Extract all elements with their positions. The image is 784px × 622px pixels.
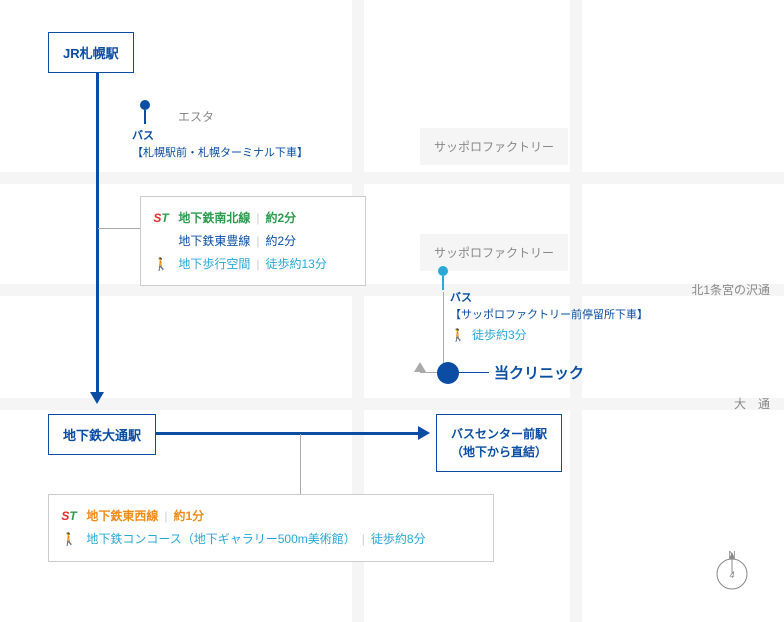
svg-text:4: 4 bbox=[729, 570, 734, 580]
bus-factory-stop: 【サッポロファクトリー前停留所下車】 bbox=[450, 309, 648, 321]
landmark-esta: エスタ bbox=[178, 108, 214, 125]
road-kita1jo bbox=[0, 284, 784, 296]
transit-line-tozai: ST 地下鉄東西線|約1分 bbox=[61, 505, 481, 528]
transit-walk-concourse: 🚶 地下鉄コンコース（地下ギャラリー500m美術館）|徒歩約8分 bbox=[61, 528, 481, 551]
bus-pin-stem bbox=[144, 110, 146, 124]
clinic-marker bbox=[437, 362, 459, 384]
line-name: 地下鉄東豊線 bbox=[178, 234, 250, 248]
bus-label: バス bbox=[132, 130, 154, 142]
line-time: 約2分 bbox=[265, 211, 296, 225]
walk-time: 徒歩約8分 bbox=[371, 532, 426, 546]
bus-pin-factory bbox=[438, 266, 448, 290]
clinic-label: 当クリニック bbox=[494, 362, 584, 383]
arrow-jr-to-odori bbox=[96, 54, 99, 394]
bus-pin-dot bbox=[140, 100, 150, 110]
bus-factory-text: バス 【サッポロファクトリー前停留所下車】 bbox=[450, 290, 648, 323]
landmark-factory-1: サッポロファクトリー bbox=[420, 128, 568, 165]
transit-box-1: ST 地下鉄南北線|約2分 地下鉄東豊線|約2分 🚶 地下歩行空間|徒歩約13分 bbox=[140, 196, 366, 286]
walk-icon: 🚶 bbox=[61, 528, 77, 551]
st-icon: ST bbox=[153, 207, 169, 230]
arrow-odori-to-buscenter bbox=[150, 432, 420, 435]
line-time: 約1分 bbox=[173, 509, 204, 523]
road-horizontal bbox=[0, 172, 784, 184]
station-jr-sapporo: JR札幌駅 bbox=[48, 32, 134, 73]
line-name: 地下鉄南北線 bbox=[178, 211, 250, 225]
station-jr-sapporo-label: JR札幌駅 bbox=[63, 46, 119, 61]
bus-sapporo-text: バス 【札幌駅前・札幌ターミナル下車】 bbox=[132, 128, 308, 161]
station-bus-center-l1: バスセンター前駅 bbox=[451, 427, 547, 441]
connector-factory-down bbox=[443, 292, 444, 372]
road-label-kita1jo: 北1条宮の沢通 bbox=[691, 281, 770, 298]
connector-box1 bbox=[98, 228, 140, 229]
walk-name: 地下鉄コンコース（地下ギャラリー500m美術館） bbox=[86, 532, 355, 546]
bus-pin-dot bbox=[438, 266, 448, 276]
transit-box-2: ST 地下鉄東西線|約1分 🚶 地下鉄コンコース（地下ギャラリー500m美術館）… bbox=[48, 494, 494, 562]
access-map: 北1条宮の沢通 大 通 JR札幌駅 エスタ バス 【札幌駅前・札幌ターミナル下車… bbox=[0, 0, 784, 622]
station-bus-center-l2: （地下から直結） bbox=[451, 445, 547, 459]
line-name: 地下鉄東西線 bbox=[86, 509, 158, 523]
walk-name: 地下歩行空間 bbox=[178, 257, 250, 271]
arrowhead-jr-to-odori bbox=[90, 392, 104, 404]
bus-factory-walk: 🚶 徒歩約3分 bbox=[450, 326, 527, 343]
station-odori-label: 地下鉄大通駅 bbox=[63, 428, 141, 443]
bus-pin-sapporo bbox=[140, 100, 150, 124]
bus-label: バス bbox=[450, 292, 472, 304]
walk-icon: 🚶 bbox=[450, 328, 466, 342]
station-bus-center: バスセンター前駅 （地下から直結） bbox=[436, 414, 562, 472]
road-label-odori: 大 通 bbox=[734, 395, 770, 412]
walk-icon: 🚶 bbox=[153, 253, 169, 276]
arrowhead-factory-up bbox=[414, 362, 426, 372]
station-odori: 地下鉄大通駅 bbox=[48, 414, 156, 455]
arrowhead-odori-to-buscenter bbox=[418, 426, 430, 440]
bus-pin-stem bbox=[442, 276, 444, 290]
compass-icon: N 4 bbox=[710, 548, 754, 592]
transit-line-toho: 地下鉄東豊線|約2分 bbox=[153, 230, 353, 253]
road-odori bbox=[0, 398, 784, 410]
line-time: 約2分 bbox=[265, 234, 296, 248]
walk-time: 徒歩約13分 bbox=[265, 257, 326, 271]
connector-box2 bbox=[300, 434, 301, 494]
clinic-leader bbox=[459, 372, 489, 373]
bus-sapporo-stop: 【札幌駅前・札幌ターミナル下車】 bbox=[132, 147, 308, 159]
bus-factory-walk-time: 徒歩約3分 bbox=[472, 328, 527, 342]
svg-text:N: N bbox=[728, 550, 735, 561]
transit-line-namboku: ST 地下鉄南北線|約2分 bbox=[153, 207, 353, 230]
transit-walk-chikaho: 🚶 地下歩行空間|徒歩約13分 bbox=[153, 253, 353, 276]
spacer-icon bbox=[153, 230, 169, 253]
st-icon: ST bbox=[61, 505, 77, 528]
